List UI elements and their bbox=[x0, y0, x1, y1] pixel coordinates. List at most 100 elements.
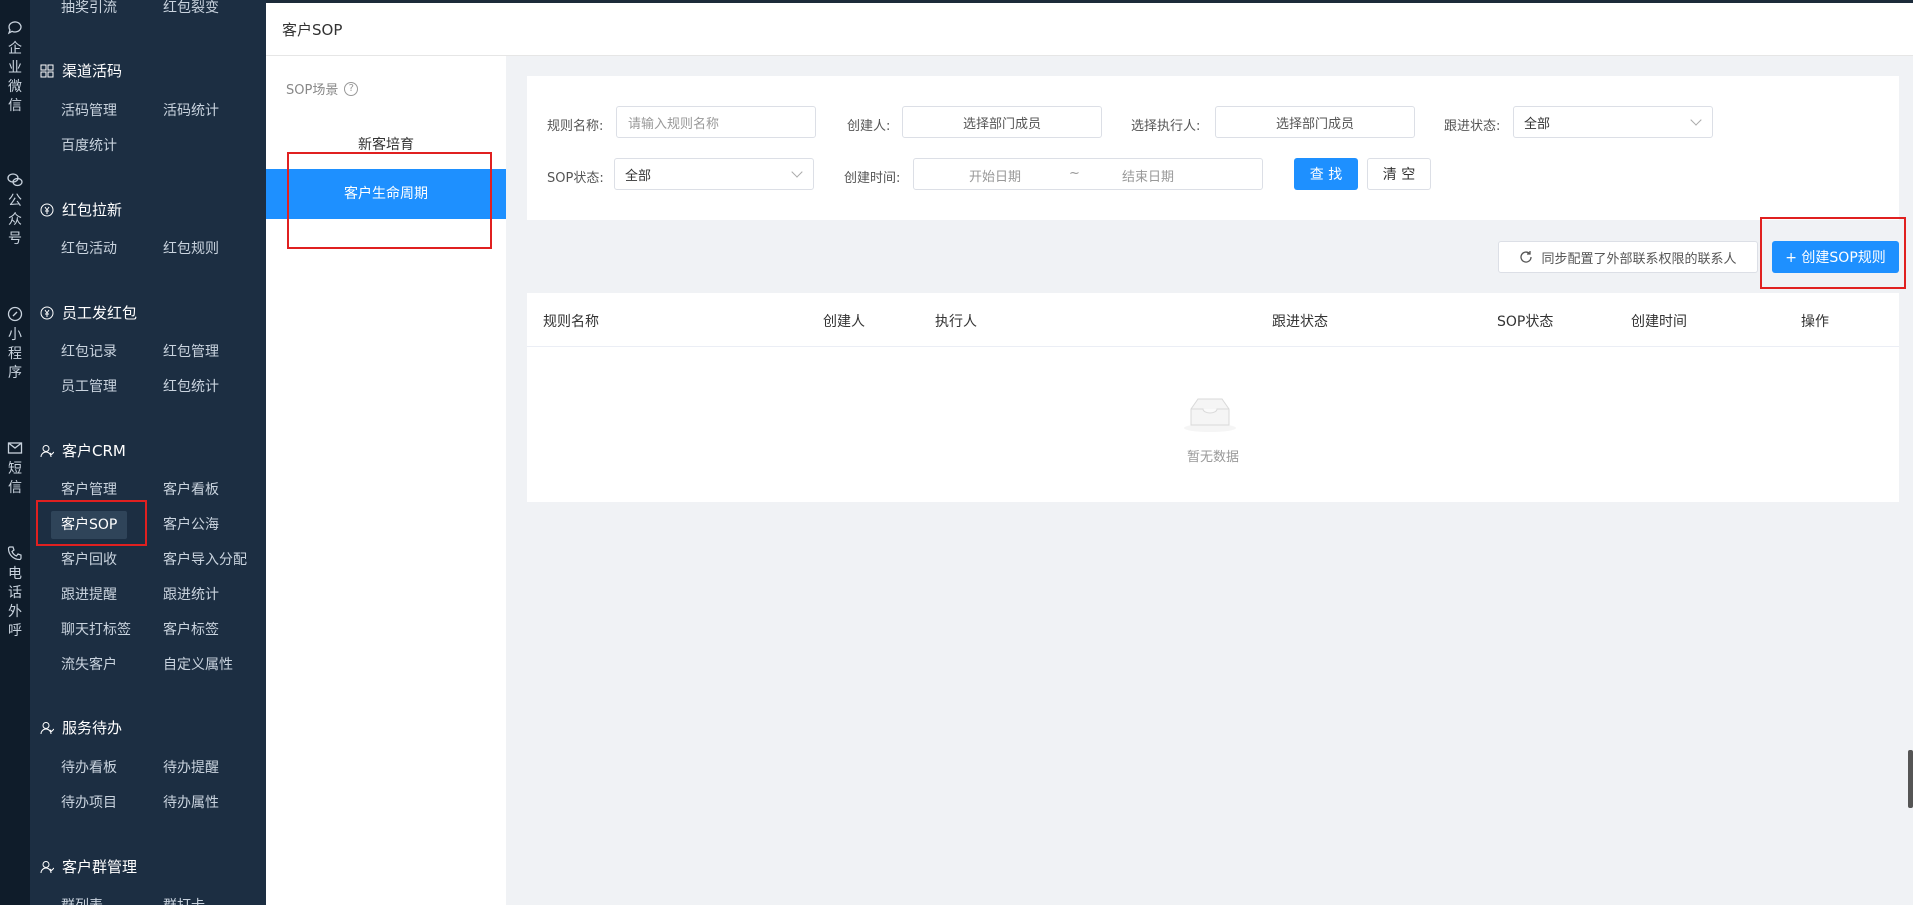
rail-item-wecom[interactable]: 企业微信 bbox=[0, 20, 30, 116]
menu-item[interactable]: 红包活动 bbox=[61, 239, 117, 259]
menu-item[interactable]: 客户导入分配 bbox=[163, 550, 247, 570]
menu-item[interactable]: 客户公海 bbox=[163, 515, 219, 535]
menu-item[interactable]: 活码管理 bbox=[61, 101, 117, 121]
column-header: SOP状态 bbox=[1497, 314, 1554, 330]
search-button[interactable]: 查 找 bbox=[1294, 158, 1358, 190]
menu-item[interactable]: 待办看板 bbox=[61, 758, 117, 778]
sop-status-select[interactable]: 全部 bbox=[614, 158, 814, 190]
wechat-icon bbox=[7, 173, 23, 187]
rail-label: 短信 bbox=[8, 461, 22, 496]
column-header: 执行人 bbox=[935, 314, 977, 330]
rail-label: 电话外呼 bbox=[8, 566, 22, 639]
menu-item[interactable]: 客户管理 bbox=[61, 480, 117, 500]
column-header: 跟进状态 bbox=[1272, 314, 1328, 330]
creator-value: 选择部门成员 bbox=[962, 116, 1041, 132]
menu-item[interactable]: 群打卡 bbox=[163, 896, 205, 905]
sop-rules-table: 规则名称 创建人 执行人 跟进状态 SOP状态 创建时间 操作 暂无数据 bbox=[527, 293, 1899, 502]
page-scrollbar[interactable] bbox=[1908, 750, 1913, 808]
filter-panel: 规则名称: 请输入规则名称 创建人: 选择部门成员 选择执行人: 选择部门成员 … bbox=[527, 76, 1899, 220]
menu-item[interactable]: 客户回收 bbox=[61, 550, 117, 570]
menu-item[interactable]: 待办提醒 bbox=[163, 758, 219, 778]
mail-icon bbox=[7, 442, 23, 454]
user-icon bbox=[40, 721, 54, 734]
highlight-box-scene bbox=[287, 152, 492, 249]
rail-item-official[interactable]: 公众号 bbox=[0, 172, 30, 249]
scene-title-label: SOP场景 bbox=[286, 83, 339, 98]
highlight-box-menu-sop bbox=[36, 500, 147, 546]
menu-sidebar: 抽奖引流 红包裂变 渠道活码 活码管理 活码统计 百度统计 红包拉新 红包活动 … bbox=[30, 0, 266, 905]
follow-status-select[interactable]: 全部 bbox=[1513, 106, 1713, 138]
menu-item[interactable]: 待办属性 bbox=[163, 793, 219, 813]
group-title-staff-redpacket[interactable]: 员工发红包 bbox=[40, 302, 137, 323]
help-icon[interactable]: ? bbox=[344, 81, 359, 96]
rail-label: 公众号 bbox=[8, 193, 22, 247]
group-title-crm[interactable]: 客户CRM bbox=[40, 440, 126, 461]
user-icon bbox=[40, 444, 54, 457]
menu-item[interactable]: 红包统计 bbox=[163, 377, 219, 397]
rule-name-label: 规则名称: bbox=[547, 119, 604, 134]
icon-rail: 企业微信 公众号 小程序 短信 电话外呼 bbox=[0, 0, 30, 905]
group-title-service-todo[interactable]: 服务待办 bbox=[40, 717, 122, 738]
group-title-label: 员工发红包 bbox=[62, 304, 138, 322]
grid-icon bbox=[40, 64, 54, 77]
sop-status-value: 全部 bbox=[625, 168, 652, 184]
start-date-placeholder: 开始日期 bbox=[969, 170, 1022, 185]
menu-item[interactable]: 跟进提醒 bbox=[61, 585, 117, 605]
menu-item[interactable]: 待办项目 bbox=[61, 793, 117, 813]
executor-select[interactable]: 选择部门成员 bbox=[1215, 106, 1415, 138]
yuan-icon bbox=[40, 306, 54, 319]
column-header: 规则名称 bbox=[543, 314, 599, 330]
menu-item[interactable]: 客户标签 bbox=[163, 620, 219, 640]
group-title-label: 渠道活码 bbox=[62, 62, 123, 80]
menu-item[interactable]: 百度统计 bbox=[61, 136, 117, 156]
group-title-redpacket-new[interactable]: 红包拉新 bbox=[40, 199, 122, 220]
refresh-icon bbox=[1520, 251, 1533, 263]
executor-value: 选择部门成员 bbox=[1275, 116, 1354, 132]
follow-status-label: 跟进状态: bbox=[1444, 119, 1501, 134]
page-header: 客户SOP bbox=[266, 3, 1913, 56]
page-title: 客户SOP bbox=[282, 21, 343, 39]
follow-status-value: 全部 bbox=[1524, 116, 1551, 132]
empty-state-text: 暂无数据 bbox=[1186, 450, 1239, 465]
column-header: 创建人 bbox=[823, 314, 865, 330]
menu-item-redpacket-fission[interactable]: 红包裂变 bbox=[163, 0, 219, 18]
menu-item[interactable]: 流失客户 bbox=[61, 655, 117, 675]
menu-item[interactable]: 员工管理 bbox=[61, 377, 117, 397]
rail-item-miniprogram[interactable]: 小程序 bbox=[0, 306, 30, 383]
end-date-placeholder: 结束日期 bbox=[1122, 170, 1175, 185]
chevron-down-icon bbox=[791, 166, 803, 178]
empty-inbox-icon bbox=[1184, 398, 1236, 432]
group-title-label: 服务待办 bbox=[62, 719, 123, 737]
chat-icon bbox=[7, 21, 22, 35]
group-title-channel-code[interactable]: 渠道活码 bbox=[40, 60, 122, 81]
group-title-group-mgmt[interactable]: 客户群管理 bbox=[40, 856, 137, 877]
rail-item-sms[interactable]: 短信 bbox=[0, 440, 30, 498]
date-range-picker[interactable]: 开始日期 ~ 结束日期 bbox=[913, 158, 1263, 190]
menu-item[interactable]: 红包规则 bbox=[163, 239, 219, 259]
scene-item-new-customer[interactable]: 新客培育 bbox=[266, 134, 506, 154]
phone-icon bbox=[7, 546, 22, 561]
scene-title: SOP场景 ? bbox=[286, 79, 359, 98]
menu-item[interactable]: 自定义属性 bbox=[163, 655, 233, 675]
column-header: 操作 bbox=[1801, 314, 1829, 330]
menu-item[interactable]: 红包记录 bbox=[61, 342, 117, 362]
clear-button[interactable]: 清 空 bbox=[1367, 158, 1431, 190]
rail-label: 企业微信 bbox=[8, 41, 22, 114]
table-header: 规则名称 创建人 执行人 跟进状态 SOP状态 创建时间 操作 bbox=[527, 293, 1899, 347]
menu-item[interactable]: 红包管理 bbox=[163, 342, 219, 362]
sync-contacts-button[interactable]: 同步配置了外部联系权限的联系人 bbox=[1498, 241, 1758, 273]
menu-item[interactable]: 客户看板 bbox=[163, 480, 219, 500]
menu-item[interactable]: 群列表 bbox=[61, 896, 103, 905]
creator-label: 创建人: bbox=[847, 119, 891, 134]
menu-item-lottery[interactable]: 抽奖引流 bbox=[61, 0, 117, 18]
menu-item[interactable]: 跟进统计 bbox=[163, 585, 219, 605]
creator-select[interactable]: 选择部门成员 bbox=[902, 106, 1102, 138]
rail-item-phone[interactable]: 电话外呼 bbox=[0, 545, 30, 641]
group-title-label: 客户CRM bbox=[62, 442, 126, 460]
date-range-separator: ~ bbox=[1069, 166, 1080, 181]
menu-item[interactable]: 聊天打标签 bbox=[61, 620, 131, 640]
menu-item[interactable]: 活码统计 bbox=[163, 101, 219, 121]
rule-name-input[interactable]: 请输入规则名称 bbox=[616, 106, 816, 138]
link-icon bbox=[7, 306, 23, 322]
sop-status-label: SOP状态: bbox=[547, 171, 604, 186]
